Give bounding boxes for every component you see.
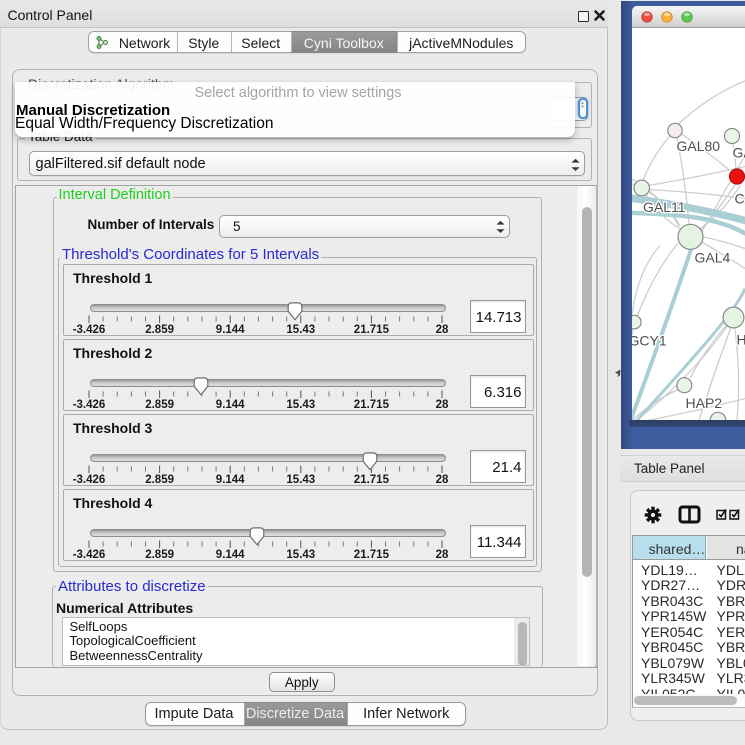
svg-text:GAL80: GAL80	[677, 138, 721, 154]
svg-text:GCY1: GCY1	[632, 332, 667, 348]
svg-text:GA: GA	[733, 144, 745, 160]
svg-text:HAP2: HAP2	[686, 395, 723, 411]
svg-text:GAL11: GAL11	[643, 199, 686, 215]
svg-text:HI: HI	[737, 331, 745, 347]
svg-text:GAL4: GAL4	[695, 249, 731, 265]
svg-text:CA: CA	[735, 190, 745, 206]
